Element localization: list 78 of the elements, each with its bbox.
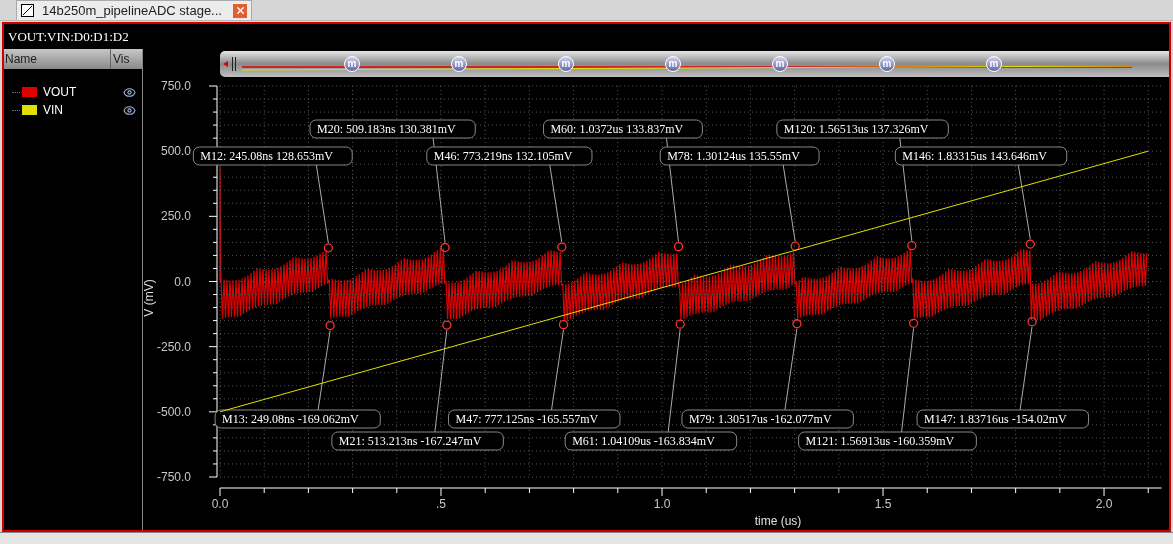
marker-circle [675,319,685,329]
marker-circle [557,242,567,252]
marker-circle [442,320,452,330]
marker-label: M47: 777.125ns -165.557mV [448,409,621,429]
eye-icon[interactable] [122,103,136,117]
annotation: M147: 1.83716us -154.02mV [924,412,1068,426]
x-tick-label: .5 [436,497,446,511]
marker-label: M13: 249.08ns -169.062mV [214,409,381,429]
marker-circle [792,319,802,329]
waveform-icon [21,4,34,17]
x-axis-title: time (us) [754,514,802,528]
annotation: M12: 245.08ns 128.653mV [200,149,334,163]
annotation: M46: 773.219ns 132.105mV [433,149,573,163]
marker-circle [440,242,450,253]
marker-handle[interactable]: m [451,56,467,72]
marker-circle [907,241,917,251]
annotation: M120: 1.56513us 137.326mV [783,122,929,136]
marker-circle [325,320,335,331]
annotation: M79: 1.30517us -162.077mV [688,412,832,426]
marker-label: M12: 245.08ns 128.653mV [192,146,353,166]
marker-circle [558,320,569,330]
marker-handle[interactable]: m [772,56,788,72]
y-tick-label: 750.0 [160,79,191,93]
marker-circle [790,241,800,251]
marker-circle [323,243,333,253]
close-button[interactable] [233,3,247,18]
annotation: M21: 513.213ns -167.247mV [338,434,482,448]
y-tick-label: -250.0 [156,339,191,354]
x-tick-label: 0.0 [211,497,229,511]
marker-label: M147: 1.83716us -154.02mV [916,409,1090,429]
marker-label: M121: 1.56913us -160.359mV [798,431,977,451]
document-tab[interactable]: 14b250m_pipelineADC stage... [16,0,252,20]
marker-label: M21: 513.213ns -167.247mV [331,431,504,451]
eye-icon[interactable] [122,85,136,99]
marker-circle [908,318,919,328]
marker-handle[interactable]: m [558,56,574,72]
y-tick-label: 250.0 [160,209,191,224]
marker-label: M60: 1.0372us 133.837mV [542,119,703,139]
marker-circle [1027,317,1037,327]
marker-handle[interactable]: m [344,56,360,72]
overview-scrollbar[interactable]: m m m m m m m [220,51,1169,77]
marker-handle[interactable]: m [879,56,895,72]
annotation: M47: 777.125ns -165.557mV [455,412,599,426]
marker-circle [673,241,684,252]
marker-label: M146: 1.83315us 143.646mV [894,146,1068,166]
annotation: M60: 1.0372us 133.837mV [550,122,684,136]
column-header: Name [4,49,111,69]
y-tick-label: -750.0 [156,470,191,484]
annotation: M13: 249.08ns -169.062mV [222,412,360,426]
legend-item[interactable]: VOUT [4,84,142,100]
window-title: VOUT:VIN:D0:D1:D2 [7,27,130,46]
x-tick-label: 1.0 [653,497,671,511]
annotation: M78: 1.30124us 135.55mV [667,149,801,163]
y-tick-label: -500.0 [156,404,191,419]
x-tick-label: 1.5 [874,497,892,511]
grip-icon[interactable] [232,57,236,71]
signal-name: VOUT [43,84,78,101]
y-axis-title: V (mV) [143,279,156,317]
marker-label: M78: 1.30124us 135.55mV [659,146,820,166]
y-tick-label: 0.0 [174,274,191,289]
signal-name: VIN [43,102,64,119]
annotation: M121: 1.56913us -160.359mV [805,434,955,448]
marker-handle[interactable]: m [665,56,681,72]
marker-label: M46: 773.219ns 132.105mV [426,146,593,166]
y-tick-label: 500.0 [160,144,191,159]
annotation: M61: 1.04109us -163.834mV [572,434,716,448]
column-header: Vis [112,51,131,68]
marker-circle [1025,239,1035,249]
marker-label: M120: 1.56513us 137.326mV [776,119,949,139]
x-tick-label: 2.0 [1095,497,1113,511]
annotation: M20: 509.183ns 130.381mV [317,122,457,136]
close-icon [234,5,246,16]
marker-label: M61: 1.04109us -163.834mV [564,431,738,451]
annotation: M146: 1.83315us 143.646mV [902,149,1048,163]
marker-handle[interactable]: m [986,56,1002,72]
marker-label: M20: 509.183ns 130.381mV [309,119,476,139]
marker-label: M79: 1.30517us -162.077mV [681,409,854,429]
legend-item[interactable]: VIN [4,102,142,118]
